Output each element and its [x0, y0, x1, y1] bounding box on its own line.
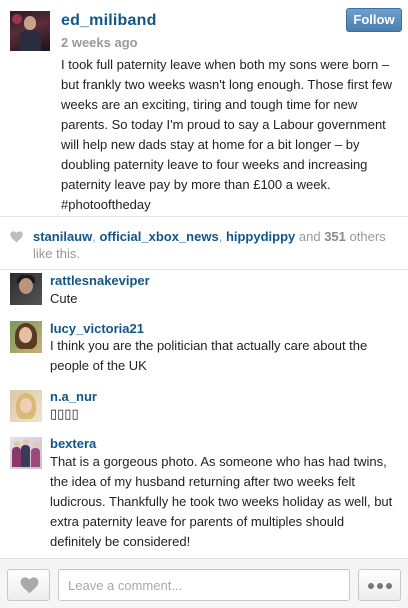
comment-text: Cute [50, 291, 78, 306]
commenter-avatar[interactable] [10, 437, 42, 469]
avatar-face [19, 327, 32, 343]
poster-username[interactable]: ed_miliband [61, 12, 157, 30]
follow-button[interactable]: Follow [346, 8, 402, 32]
avatar-face [14, 441, 20, 447]
comment-toolbar [0, 558, 408, 608]
avatar-face [23, 439, 29, 445]
commenter-username[interactable]: lucy_victoria21 [50, 321, 144, 336]
ellipsis-icon [386, 583, 392, 589]
liker-username[interactable]: stanilauw [33, 229, 92, 244]
comment-text: I think you are the politician that actu… [50, 338, 368, 373]
avatar-figure [12, 447, 21, 467]
more-options-button[interactable] [358, 569, 401, 601]
commenter-avatar[interactable] [10, 273, 42, 305]
ellipsis-icon [368, 583, 374, 589]
likes-section: stanilauw, official_xbox_news, hippydipp… [0, 216, 408, 270]
comment-text: That is a gorgeous photo. As someone who… [50, 454, 393, 549]
avatar-face [33, 442, 39, 448]
commenter-avatar[interactable] [10, 390, 42, 422]
likes-separator: , [218, 229, 226, 244]
heart-icon [20, 577, 39, 594]
avatar-background-light [12, 14, 22, 24]
liker-username[interactable]: official_xbox_news [99, 229, 218, 244]
commenter-username[interactable]: rattlesnakeviper [50, 273, 150, 288]
comment-input[interactable] [58, 569, 350, 601]
avatar-body [19, 30, 41, 51]
post-header: ed_miliband 2 weeks ago Follow I took fu… [0, 0, 408, 216]
heart-icon [10, 231, 23, 243]
avatar-figure [21, 445, 30, 467]
likes-count[interactable]: 351 [324, 229, 346, 244]
ellipsis-icon [377, 583, 383, 589]
avatar-face [19, 278, 33, 294]
like-button[interactable] [7, 569, 50, 601]
poster-avatar[interactable] [10, 11, 50, 51]
avatar-face [20, 398, 32, 413]
likes-and-text: and [295, 229, 325, 244]
avatar-figure [31, 448, 40, 467]
post-caption: I took full paternity leave when both my… [61, 57, 393, 212]
commenter-avatar[interactable] [10, 321, 42, 353]
likes-summary: stanilauw, official_xbox_news, hippydipp… [33, 228, 403, 262]
avatar-face [24, 16, 36, 30]
liker-username[interactable]: hippydippy [226, 229, 295, 244]
comment-text: ▯▯▯▯ [50, 406, 79, 421]
comments-list: rattlesnakeviper Cute lucy_victoria21 I … [0, 270, 408, 558]
commenter-username[interactable]: bextera [50, 436, 96, 451]
commenter-username[interactable]: n.a_nur [50, 389, 97, 404]
post-timestamp: 2 weeks ago [61, 35, 138, 50]
